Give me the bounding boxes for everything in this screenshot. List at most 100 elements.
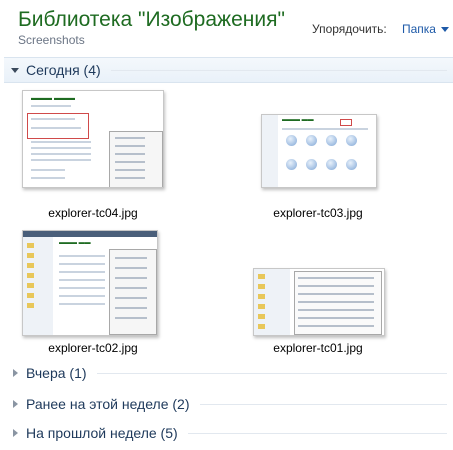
mini-line (282, 128, 368, 130)
mini-image-icon (286, 159, 297, 170)
group-header-earlier-this-week[interactable]: Ранее на этой неделе (2) (4, 392, 453, 416)
chevron-right-icon (8, 366, 22, 380)
mini-image-icon (306, 135, 317, 146)
arrange-by-dropdown[interactable]: Папка (398, 18, 453, 40)
mini-sidebar (262, 115, 278, 187)
mini-line (115, 287, 147, 289)
group-header-yesterday[interactable]: Вчера (1) (4, 361, 453, 385)
mini-folder-icon (27, 283, 34, 288)
mini-highlight (27, 113, 89, 139)
mini-line (31, 159, 91, 161)
mini-folder-icon (258, 294, 265, 299)
mini-title: ▬▬▬ ▬▬▬ (31, 95, 75, 102)
mini-highlight (340, 119, 352, 126)
chevron-right-icon (8, 426, 22, 440)
thumbnail-image: ▬▬▬ ▬▬ (22, 230, 158, 336)
mini-folder-icon (258, 314, 265, 319)
file-name: explorer-tc03.jpg (273, 206, 363, 220)
file-thumbnail[interactable]: ▬▬▬ ▬▬▬ explorer-tc04.jpg (20, 90, 166, 220)
arrange-by-value: Папка (402, 22, 436, 36)
chevron-right-icon (8, 397, 22, 411)
group-header-today[interactable]: Сегодня (4) (4, 57, 453, 83)
mini-line (298, 309, 374, 311)
caret-down-icon (440, 27, 449, 33)
mini-title: ▬▬▬ ▬▬ (59, 240, 91, 246)
mini-line (59, 279, 105, 281)
mini-line (115, 277, 147, 279)
mini-line (59, 255, 105, 257)
mini-line (31, 141, 91, 143)
file-name: explorer-tc04.jpg (48, 206, 138, 220)
mini-line (59, 271, 105, 273)
mini-line (115, 137, 145, 139)
mini-line (298, 293, 374, 295)
mini-folder-icon (27, 293, 34, 298)
mini-line (298, 301, 374, 303)
mini-line (115, 267, 147, 269)
mini-image-icon (286, 135, 297, 146)
mini-line (59, 303, 105, 305)
mini-folder-icon (258, 324, 265, 329)
mini-image-icon (346, 135, 357, 146)
group-divider (187, 432, 447, 434)
mini-line (298, 285, 374, 287)
mini-line (115, 169, 145, 171)
mini-folder-icon (27, 243, 34, 248)
library-subtitle: Screenshots (18, 33, 85, 47)
mini-line (298, 317, 374, 319)
mini-line (298, 277, 374, 279)
thumbnail-image: ▬▬▬ ▬▬ (261, 114, 377, 188)
chevron-down-icon (8, 63, 22, 77)
mini-line (115, 153, 145, 155)
group-divider (110, 69, 447, 71)
mini-line (31, 153, 91, 155)
thumbnail-image: ▬▬▬ ▬▬▬ (22, 90, 164, 188)
mini-line (31, 169, 65, 171)
mini-line (115, 297, 147, 299)
mini-folder-icon (258, 304, 265, 309)
file-thumbnail[interactable]: explorer-tc01.jpg (245, 228, 391, 355)
mini-image-icon (326, 135, 337, 146)
mini-image-icon (306, 159, 317, 170)
mini-line (31, 177, 65, 179)
group-label: Ранее на этой неделе (2) (26, 396, 190, 412)
mini-line (115, 317, 147, 319)
mini-folder-icon (27, 303, 34, 308)
mini-line (31, 127, 81, 129)
mini-line (31, 118, 75, 120)
mini-line (31, 105, 71, 107)
file-name: explorer-tc02.jpg (48, 341, 138, 355)
mini-line (298, 325, 374, 327)
mini-line (115, 257, 147, 259)
thumbnail-image (253, 268, 385, 336)
mini-line (115, 145, 145, 147)
group-divider (199, 403, 447, 405)
mini-line (115, 177, 145, 179)
mini-folder-icon (27, 253, 34, 258)
mini-line (59, 263, 105, 265)
mini-image-icon (326, 159, 337, 170)
mini-folder-icon (27, 273, 34, 278)
file-thumbnail[interactable]: ▬▬▬ ▬▬ explorer-tc03.jpg (245, 90, 391, 220)
mini-folder-icon (258, 274, 265, 279)
library-header: Библиотека "Изображения" Screenshots Упо… (0, 0, 453, 52)
arrange-by-label: Упорядочить: (312, 22, 387, 36)
group-divider (96, 372, 447, 374)
mini-line (115, 307, 147, 309)
file-thumbnail[interactable]: ▬▬▬ ▬▬ explorer-tc02.jpg (20, 228, 166, 355)
library-title: Библиотека "Изображения" (18, 8, 285, 31)
mini-folder-icon (27, 263, 34, 268)
group-label: Сегодня (4) (26, 62, 101, 78)
mini-title: ▬▬▬ ▬▬ (282, 117, 314, 123)
mini-line (31, 147, 91, 149)
group-label: Вчера (1) (26, 365, 87, 381)
mini-line (59, 295, 105, 297)
mini-line (59, 287, 105, 289)
mini-line (115, 161, 145, 163)
mini-context-menu (109, 131, 163, 187)
group-header-last-week[interactable]: На прошлой неделе (5) (4, 421, 453, 445)
group-label: На прошлой неделе (5) (26, 425, 178, 441)
file-name: explorer-tc01.jpg (273, 341, 363, 355)
mini-image-icon (346, 159, 357, 170)
mini-context-menu (109, 249, 157, 335)
